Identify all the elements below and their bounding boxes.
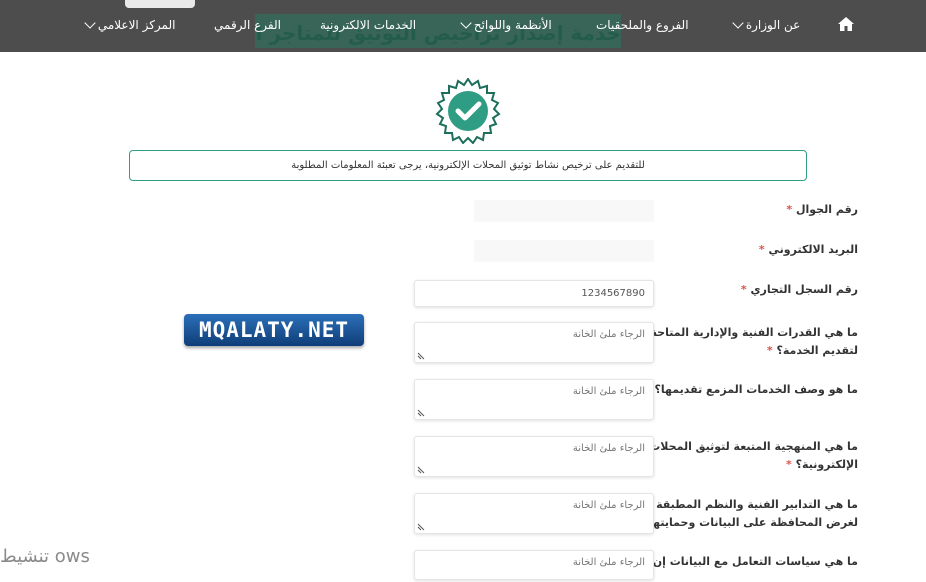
- nav-item-eservices[interactable]: الخدمات الالكترونية: [320, 14, 416, 36]
- data-policy-textarea-wrap: [414, 550, 654, 580]
- nav-label-media-center: المركز الاعلامي: [97, 18, 176, 32]
- resize-grip-icon[interactable]: [417, 523, 425, 531]
- nav-item-branches[interactable]: الفروع والملحقيات: [596, 14, 689, 36]
- services-description-textarea-wrap: [414, 379, 654, 420]
- field-label-email: البريد الالكتروني *: [758, 243, 858, 256]
- field-label-mobile: رقم الجوال *: [786, 203, 858, 216]
- technical-measures-textarea-wrap: [414, 493, 654, 534]
- field-label-services-description: ما هو وصف الخدمات المزمع تقديمها؟ *: [645, 383, 858, 396]
- email-input[interactable]: [474, 240, 654, 262]
- resize-grip-icon[interactable]: [417, 409, 425, 417]
- field-label-technical-measures: ما هي التدابير الفنية والنظم المطبقة لغر…: [633, 498, 858, 529]
- chevron-down-icon: [84, 17, 96, 29]
- verified-check-icon: [435, 78, 501, 144]
- methodology-textarea-wrap: [414, 436, 654, 477]
- mqalaty-logo: MQALATY.NET: [184, 314, 364, 346]
- field-label-commercial-register: رقم السجل التجاري *: [740, 283, 858, 296]
- nav-item-regulations[interactable]: الأنظمة واللوائح: [458, 14, 552, 36]
- nav-label-about: عن الوزارة: [745, 18, 801, 32]
- resize-grip-icon[interactable]: [417, 352, 425, 360]
- capabilities-textarea-wrap: [414, 322, 654, 363]
- nav-item-media-center[interactable]: المركز الاعلامي: [82, 14, 175, 36]
- capabilities-textarea[interactable]: [415, 323, 653, 362]
- chevron-down-icon: [732, 17, 744, 29]
- page-banner-title: خدمة إصدار تراخيص التوثيق للمتاجر الالكت…: [255, 21, 621, 45]
- mobile-input[interactable]: [474, 200, 654, 222]
- nav-label-branches: الفروع والملحقيات: [596, 18, 689, 32]
- field-label-data-policy: ما هي سياسات التعامل مع البيانات إن تم: [636, 555, 858, 568]
- nav-label-digital-branch: الفرع الرقمي: [214, 18, 281, 32]
- services-description-textarea[interactable]: [415, 380, 653, 419]
- flag-tab: [125, 0, 195, 8]
- home-icon[interactable]: [837, 15, 855, 33]
- top-navbar: خدمة إصدار تراخيص التوثيق للمتاجر الالكت…: [0, 0, 926, 52]
- nav-item-about[interactable]: عن الوزارة: [728, 14, 800, 36]
- info-notice: للتقديم على ترخيص نشاط توثيق المحلات الإ…: [129, 150, 807, 181]
- nav-label-eservices: الخدمات الالكترونية: [320, 18, 417, 32]
- methodology-textarea[interactable]: [415, 437, 653, 476]
- windows-activation-watermark: تنشيط ows: [0, 546, 90, 567]
- resize-grip-icon[interactable]: [417, 466, 425, 474]
- commercial-register-input-wrap: [414, 280, 654, 307]
- data-policy-textarea[interactable]: [415, 551, 653, 579]
- chevron-down-icon: [460, 17, 472, 29]
- field-label-capabilities: ما هي القدرات الفنية والإدارية المتاحة ل…: [650, 326, 859, 357]
- field-label-methodology: ما هي المنهجية المتبعة لتوثيق المحلات ال…: [649, 440, 858, 471]
- commercial-register-input[interactable]: [415, 281, 653, 306]
- nav-item-digital-branch[interactable]: الفرع الرقمي: [214, 14, 281, 36]
- technical-measures-textarea[interactable]: [415, 494, 653, 533]
- nav-label-regulations: الأنظمة واللوائح: [473, 18, 552, 32]
